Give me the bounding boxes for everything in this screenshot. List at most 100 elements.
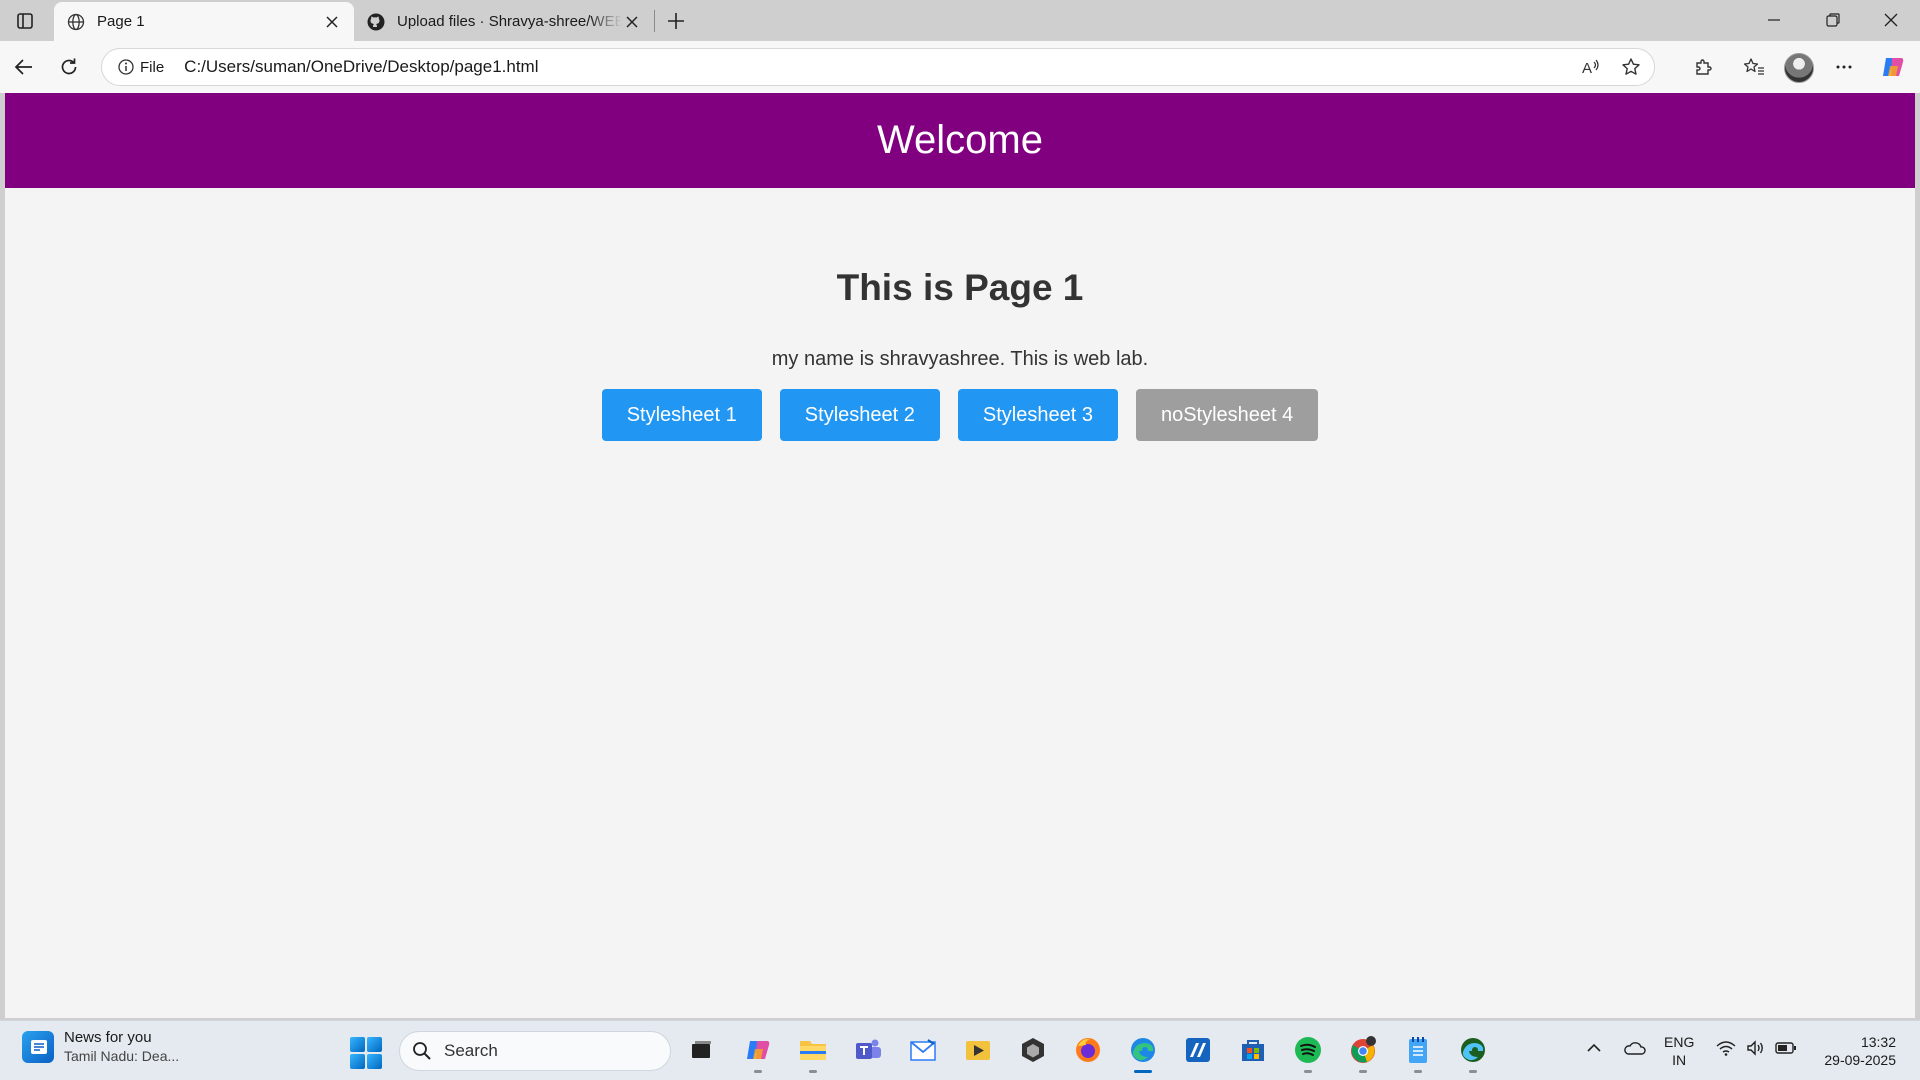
new-tab-button[interactable] (662, 7, 690, 35)
language-indicator[interactable]: ENG IN (1664, 1033, 1694, 1069)
copilot-app-icon[interactable] (741, 1033, 775, 1073)
volume-icon[interactable] (1743, 1033, 1769, 1063)
start-tile (350, 1037, 365, 1052)
tab-page-1[interactable]: Page 1 (54, 2, 354, 41)
page-heading: This is Page 1 (836, 267, 1084, 308)
read-aloud-icon[interactable]: A (1574, 50, 1608, 84)
favorites-button[interactable] (1737, 50, 1771, 84)
task-view-icon[interactable] (684, 1033, 718, 1067)
stylesheet-button-row: Stylesheet 1 Stylesheet 2 Stylesheet 3 n… (5, 389, 1915, 441)
wifi-icon[interactable] (1713, 1033, 1739, 1063)
taskbar-search[interactable]: Search (399, 1031, 671, 1071)
start-tile (367, 1054, 382, 1069)
favorite-star-icon[interactable] (1614, 50, 1648, 84)
show-hidden-icons-button[interactable] (1582, 1033, 1606, 1063)
close-icon (1884, 13, 1898, 27)
running-indicator (1414, 1070, 1422, 1073)
url-text[interactable]: C:/Users/suman/OneDrive/Desktop/page1.ht… (184, 57, 1574, 77)
minimize-icon (1768, 19, 1780, 21)
news-widget[interactable]: News for you Tamil Nadu: Dea... (22, 1029, 179, 1064)
refresh-icon (61, 58, 77, 75)
close-tab-icon[interactable] (322, 12, 342, 32)
extensions-button[interactable] (1686, 50, 1720, 84)
store-icon[interactable] (1236, 1033, 1270, 1067)
spotify-icon[interactable] (1291, 1033, 1325, 1073)
scheme-label: File (140, 58, 165, 76)
tab-title: Page 1 (97, 13, 145, 30)
more-menu-button[interactable] (1827, 50, 1861, 84)
address-bar[interactable]: File C:/Users/suman/OneDrive/Desktop/pag… (101, 48, 1655, 86)
language-code: ENG (1664, 1034, 1695, 1050)
extensions-icon (1696, 59, 1712, 75)
minimize-button[interactable] (1745, 0, 1803, 40)
close-tab-icon[interactable] (622, 12, 642, 32)
tab-actions-button[interactable] (11, 8, 39, 34)
mail-icon[interactable] (906, 1033, 940, 1067)
no-stylesheet-4-button[interactable]: noStylesheet 4 (1135, 389, 1319, 441)
running-indicator (1469, 1070, 1477, 1073)
media-icon[interactable] (961, 1033, 995, 1067)
news-title: News for you (64, 1029, 152, 1046)
running-indicator (1359, 1070, 1367, 1073)
tab-separator (654, 10, 655, 32)
header-title: Welcome (877, 118, 1043, 162)
file-explorer-icon[interactable] (796, 1033, 830, 1073)
region-code: IN (1672, 1052, 1687, 1068)
restore-button[interactable] (1804, 0, 1862, 40)
close-window-button[interactable] (1862, 0, 1920, 40)
back-arrow-icon (14, 59, 32, 75)
copilot-icon (1883, 58, 1904, 76)
teams-icon[interactable] (851, 1033, 885, 1067)
chevron-up-icon (1587, 1043, 1601, 1052)
search-placeholder: Search (444, 1041, 498, 1060)
intro-paragraph: my name is shravyashree. This is web lab… (771, 348, 1149, 370)
restore-icon (1826, 13, 1840, 27)
active-indicator (1134, 1070, 1152, 1073)
onedrive-icon[interactable] (1619, 1033, 1649, 1063)
tab-title: Upload files · Shravya-shree/WEB (397, 13, 622, 30)
running-indicator (754, 1070, 762, 1073)
page-content: This is Page 1 my name is shravyashree. … (5, 188, 1915, 441)
tab-upload-files[interactable]: Upload files · Shravya-shree/WEB (354, 2, 654, 41)
chrome-icon[interactable] (1346, 1033, 1380, 1073)
news-subtitle: Tamil Nadu: Dea... (64, 1048, 180, 1064)
running-indicator (809, 1070, 817, 1073)
copilot-button[interactable] (1876, 50, 1910, 84)
back-button[interactable] (7, 50, 41, 84)
favorites-icon (1743, 58, 1764, 75)
running-indicator (1304, 1070, 1312, 1073)
edge-dev-icon[interactable] (1456, 1033, 1490, 1073)
stylesheet-1-button[interactable]: Stylesheet 1 (601, 389, 762, 441)
svg-text:A: A (1582, 60, 1592, 77)
battery-icon[interactable] (1773, 1033, 1799, 1063)
github-icon (366, 12, 386, 32)
sidebar-toggle-icon (17, 13, 33, 29)
tab-strip: Page 1 Upload files · Shravya-shree/WEB (0, 0, 1920, 41)
edge-icon[interactable] (1126, 1033, 1160, 1073)
clock-date: 29-09-2025 (1824, 1052, 1896, 1068)
start-button[interactable] (350, 1037, 382, 1069)
search-icon (413, 1042, 431, 1060)
start-tile (367, 1037, 382, 1052)
site-header: Welcome (5, 93, 1915, 188)
plus-icon (668, 13, 684, 29)
page-viewport: Welcome This is Page 1 my name is shravy… (5, 93, 1915, 1018)
news-icon (22, 1030, 54, 1063)
unity-icon[interactable] (1016, 1033, 1050, 1067)
refresh-button[interactable] (52, 50, 86, 84)
site-info-button[interactable]: File (112, 53, 170, 81)
firefox-icon[interactable] (1071, 1033, 1105, 1067)
taskbar: News for you Tamil Nadu: Dea... Search E… (0, 1020, 1920, 1080)
editor-icon[interactable] (1181, 1033, 1215, 1067)
system-clock[interactable]: 13:32 29-09-2025 (1812, 1033, 1896, 1069)
stylesheet-3-button[interactable]: Stylesheet 3 (957, 389, 1118, 441)
globe-icon (66, 12, 86, 32)
start-tile (350, 1054, 365, 1069)
notepad-icon[interactable] (1401, 1033, 1435, 1073)
more-icon (1836, 65, 1852, 69)
profile-avatar[interactable] (1784, 53, 1814, 83)
browser-toolbar: File C:/Users/suman/OneDrive/Desktop/pag… (0, 41, 1920, 93)
info-icon (118, 59, 134, 75)
clock-time: 13:32 (1860, 1034, 1896, 1050)
stylesheet-2-button[interactable]: Stylesheet 2 (779, 389, 940, 441)
